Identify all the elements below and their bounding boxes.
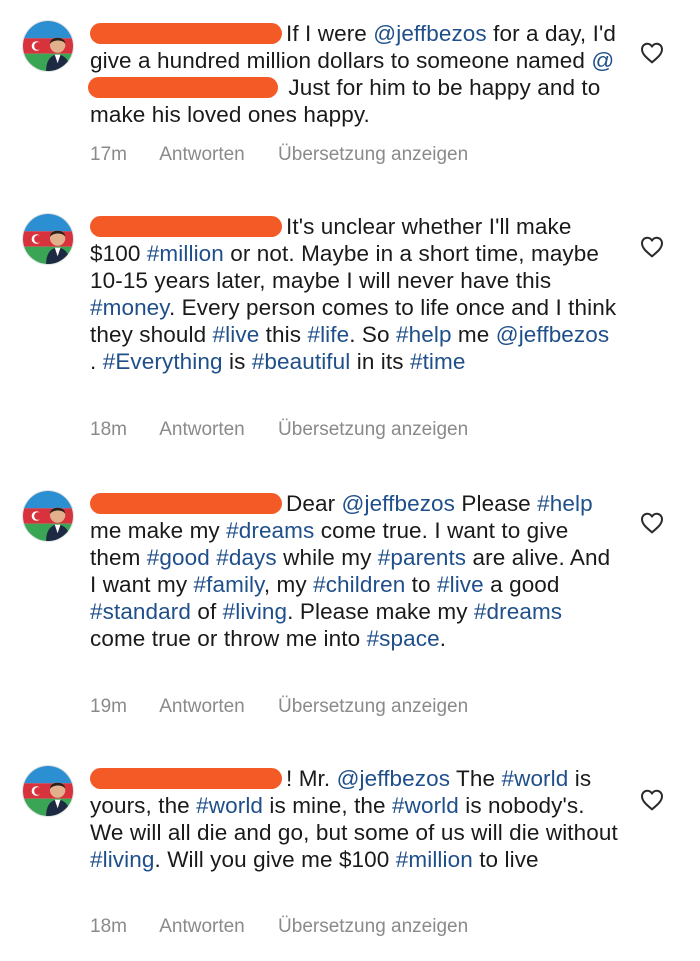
hashtag-link[interactable]: #dreams (226, 518, 314, 543)
hashtag-link[interactable]: #live (437, 572, 484, 597)
comment-text: Dear @jeffbezos Please #help me make my … (90, 490, 620, 652)
comment-meta: 18m Antworten Übersetzung anzeigen (90, 916, 496, 938)
hashtag-link[interactable]: #million (147, 241, 224, 266)
heart-outline-icon[interactable] (640, 236, 664, 258)
heart-outline (641, 512, 663, 534)
hashtag-link[interactable]: #days (216, 545, 277, 570)
timestamp: 18m (90, 419, 127, 440)
hashtag-link[interactable]: #living (223, 599, 288, 624)
timestamp: 17m (90, 144, 127, 165)
comment-feed: If I were @jeffbezos for a day, I'd give… (0, 0, 700, 961)
hashtag-link[interactable]: #standard (90, 599, 191, 624)
hashtag-link[interactable]: #family (194, 572, 264, 597)
comment-text-segment: in its (350, 349, 410, 374)
hashtag-link[interactable]: #life (307, 322, 349, 347)
heart-outline (641, 236, 663, 258)
heart-outline-icon[interactable] (640, 512, 664, 534)
heart-outline-icon[interactable] (640, 42, 664, 64)
comment-text-segment: is (222, 349, 252, 374)
hashtag-link[interactable]: #beautiful (252, 349, 351, 374)
reply-button[interactable]: Antworten (159, 419, 245, 440)
comment-text-segment: Dear (286, 491, 342, 516)
comment-text-segment: come true or throw me into (90, 626, 367, 651)
timestamp: 19m (90, 696, 127, 717)
show-translation-button[interactable]: Übersetzung anzeigen (278, 696, 468, 717)
hashtag-link[interactable]: #live (213, 322, 260, 347)
redacted-username (90, 768, 282, 789)
show-translation-button[interactable]: Übersetzung anzeigen (278, 916, 468, 937)
avatar[interactable] (22, 490, 74, 542)
comment-text-segment: to live (472, 847, 539, 872)
comment-text-segment: , my (263, 572, 314, 597)
comment-text-segment: . Please make my (287, 599, 474, 624)
comment-text-segment: this (259, 322, 308, 347)
hashtag-link[interactable]: #world (392, 793, 459, 818)
redacted-username (90, 493, 282, 514)
hashtag-link[interactable]: #help (537, 491, 593, 516)
hashtag-link[interactable]: #Everything (103, 349, 223, 374)
comment-text-segment: . (90, 349, 103, 374)
hashtag-link[interactable]: #children (313, 572, 405, 597)
comment-text-segment: Please (455, 491, 538, 516)
heart-outline-icon[interactable] (640, 789, 664, 811)
reply-button[interactable]: Antworten (159, 916, 245, 937)
mention-link[interactable]: @ (591, 48, 614, 73)
profile-avatar (23, 491, 73, 541)
comment-text-segment: while my (276, 545, 378, 570)
hashtag-link[interactable]: #living (90, 847, 155, 872)
hashtag-link[interactable]: #million (396, 847, 473, 872)
reply-button[interactable]: Antworten (159, 696, 245, 717)
avatar[interactable] (22, 765, 74, 817)
reply-button[interactable]: Antworten (159, 144, 245, 165)
comment-text-segment: to (405, 572, 437, 597)
profile-avatar (23, 766, 73, 816)
hashtag-link[interactable]: #dreams (474, 599, 562, 624)
heart-outline (641, 789, 663, 811)
hashtag-link[interactable]: #money (90, 295, 169, 320)
comment-text-segment: is mine, the (263, 793, 392, 818)
comment-text-segment: me make my (90, 518, 227, 543)
comment-text-segment: me (451, 322, 496, 347)
comment-meta: 19m Antworten Übersetzung anzeigen (90, 696, 496, 718)
comment-text-segment: If I were (286, 21, 374, 46)
hashtag-link[interactable]: #parents (378, 545, 466, 570)
mention-link[interactable]: @jeffbezos (342, 491, 456, 516)
redacted-username (88, 77, 278, 98)
redacted-username (90, 23, 282, 44)
comment-text: ! Mr. @jeffbezos The #world is yours, th… (90, 765, 620, 873)
show-translation-button[interactable]: Übersetzung anzeigen (278, 144, 468, 165)
comment-text: If I were @jeffbezos for a day, I'd give… (88, 20, 620, 128)
profile-avatar (23, 21, 73, 71)
hashtag-link[interactable]: #world (501, 766, 568, 791)
hashtag-link[interactable]: #help (396, 322, 452, 347)
comment-text-segment: . (439, 626, 447, 651)
timestamp: 18m (90, 916, 127, 937)
comment-meta: 18m Antworten Übersetzung anzeigen (90, 419, 496, 441)
comment-text-segment: The (450, 766, 502, 791)
redacted-username (90, 216, 282, 237)
profile-avatar (23, 214, 73, 264)
show-translation-button[interactable]: Übersetzung anzeigen (278, 419, 468, 440)
comment-text-segment: ! Mr. (286, 766, 337, 791)
hashtag-link[interactable]: #space (367, 626, 440, 651)
comment-text-segment: a good (483, 572, 560, 597)
comment-text-segment: of (190, 599, 223, 624)
comment-text: It's unclear whether I'll make $100 #mil… (90, 213, 620, 375)
avatar[interactable] (22, 213, 74, 265)
mention-link[interactable]: @jeffbezos (496, 322, 610, 347)
comment-text-segment: . So (349, 322, 397, 347)
hashtag-link[interactable]: #world (196, 793, 263, 818)
mention-link[interactable]: @jeffbezos (337, 766, 451, 791)
hashtag-link[interactable]: #time (410, 349, 466, 374)
hashtag-link[interactable]: #good (147, 545, 210, 570)
comment-text-segment: . Will you give me $100 (154, 847, 396, 872)
comment-meta: 17m Antworten Übersetzung anzeigen (90, 144, 496, 166)
heart-outline (641, 42, 663, 64)
avatar[interactable] (22, 20, 74, 72)
mention-link[interactable]: @jeffbezos (373, 21, 487, 46)
